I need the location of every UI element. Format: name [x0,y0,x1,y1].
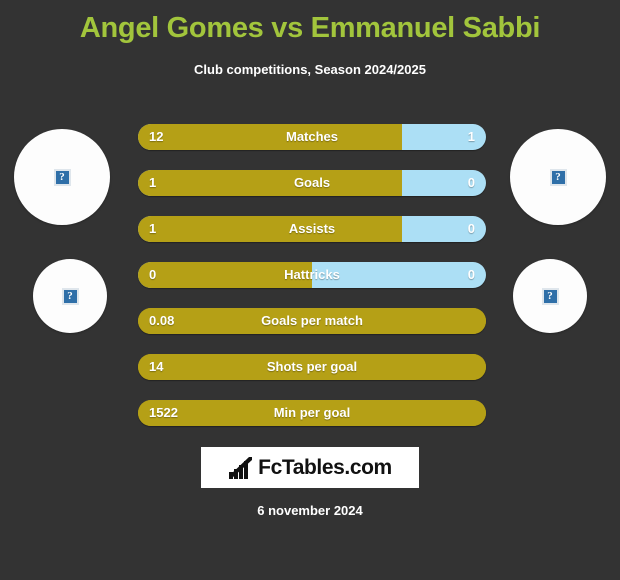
logo-text: FcTables.com [258,455,392,479]
home-club-logo: ? [33,259,107,333]
home-player-photo: ? [14,129,110,225]
stat-bar-row: 0.08 Goals per match [138,308,486,334]
stat-bar-row: 12 Matches 1 [138,124,486,150]
stat-bar-label: Assists [288,221,336,236]
broken-image-icon: ? [541,287,559,305]
stat-bar-label: Goals per match [261,313,363,328]
away-club-logo: ? [513,259,587,333]
away-player-photo: ? [510,129,606,225]
stat-bar-label: Goals [293,175,331,190]
bar-chart-growth-icon [229,456,253,479]
broken-image-icon: ? [61,287,79,305]
page-title: Angel Gomes vs Emmanuel Sabbi [79,12,541,44]
stat-bar-away-value: 0 [467,221,475,236]
stat-bar-away-value: 0 [467,267,475,282]
fctables-logo[interactable]: FcTables.com [201,447,419,488]
broken-image-icon: ? [549,168,567,186]
stat-bar-row: 1522 Min per goal [138,400,486,426]
broken-image-icon: ? [53,168,71,186]
report-date: 6 november 2024 [257,503,363,518]
stat-bar-row: 0 Hattricks 0 [138,262,486,288]
stat-bar-row: 1 Goals 0 [138,170,486,196]
stat-bar-away-value: 1 [467,129,475,144]
stat-bar-label: Shots per goal [266,359,358,374]
stat-bar-row: 14 Shots per goal [138,354,486,380]
stat-bar-away-value: 0 [467,175,475,190]
stat-bar-label: Min per goal [273,405,351,420]
stat-bar-label: Hattricks [284,267,340,282]
stat-bar-row: 1 Assists 0 [138,216,486,242]
stat-comparison-bars: 12 Matches 1 1 Goals 0 1 Assists 0 0 Hattricks 0 0.0… [138,124,486,446]
page-subtitle: Club competitions, Season 2024/2025 [194,62,426,77]
stat-bar-label: Matches [285,129,339,144]
